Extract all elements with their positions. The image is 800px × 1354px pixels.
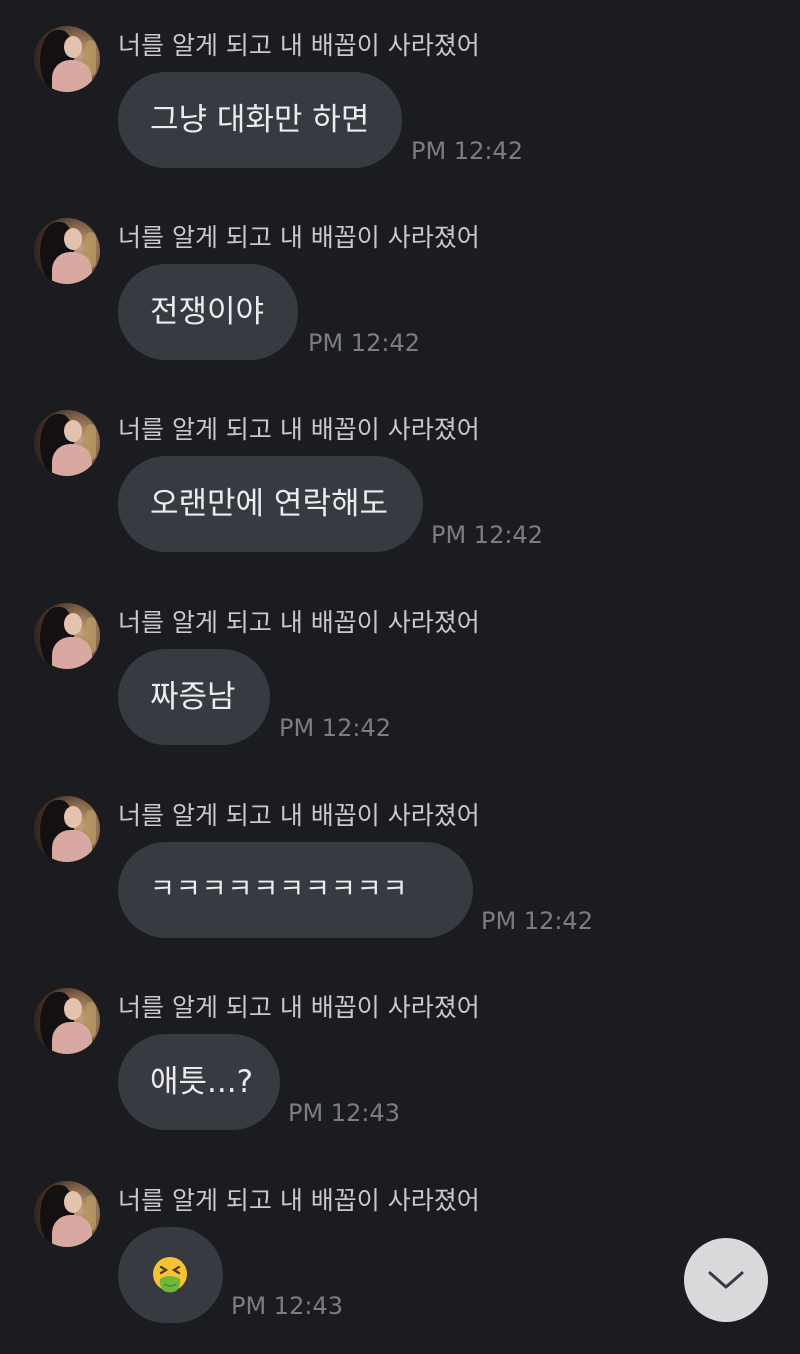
message-time: PM 12:42	[431, 521, 543, 549]
message-row: 너를 알게 되고 내 배꼽이 사라졌어 애틋...? PM 12:43	[0, 988, 800, 1138]
avatar[interactable]	[34, 988, 100, 1054]
sender-name: 너를 알게 되고 내 배꼽이 사라졌어	[118, 1186, 480, 1215]
avatar[interactable]	[34, 218, 100, 284]
message-time: PM 12:42	[481, 907, 593, 935]
message-row: 너를 알게 되고 내 배꼽이 사라졌어 전쟁이야 PM 12:42	[0, 218, 800, 368]
avatar[interactable]	[34, 1181, 100, 1247]
message-bubble[interactable]: 짜증남	[118, 649, 270, 745]
message-row: 너를 알게 되고 내 배꼽이 사라졌어 그냥 대화만 하면 PM 12:42	[0, 26, 800, 176]
sender-name: 너를 알게 되고 내 배꼽이 사라졌어	[118, 608, 480, 637]
message-time: PM 12:42	[279, 714, 391, 742]
avatar[interactable]	[34, 410, 100, 476]
message-time: PM 12:43	[288, 1099, 400, 1127]
message-bubble[interactable]: 그냥 대화만 하면	[118, 72, 402, 168]
message-time: PM 12:43	[231, 1292, 343, 1320]
sender-name: 너를 알게 되고 내 배꼽이 사라졌어	[118, 415, 480, 444]
sender-name: 너를 알게 되고 내 배꼽이 사라졌어	[118, 993, 480, 1022]
message-time: PM 12:42	[411, 137, 523, 165]
message-row: 너를 알게 되고 내 배꼽이 사라졌어 ㅋㅋㅋㅋㅋㅋㅋㅋㅋㅋ PM 12:42	[0, 796, 800, 946]
scroll-to-bottom-button[interactable]	[684, 1238, 768, 1322]
message-row: 너를 알게 되고 내 배꼽이 사라졌어 오랜만에 연락해도 PM 12:42	[0, 410, 800, 560]
sender-name: 너를 알게 되고 내 배꼽이 사라졌어	[118, 31, 480, 60]
chevron-down-icon	[708, 1271, 744, 1289]
vomiting-face-icon	[153, 1256, 187, 1292]
sender-name: 너를 알게 되고 내 배꼽이 사라졌어	[118, 223, 480, 252]
message-bubble[interactable]: ㅋㅋㅋㅋㅋㅋㅋㅋㅋㅋ	[118, 842, 473, 938]
message-bubble[interactable]: 애틋...?	[118, 1034, 280, 1130]
avatar[interactable]	[34, 796, 100, 862]
avatar[interactable]	[34, 26, 100, 92]
avatar[interactable]	[34, 603, 100, 669]
message-time: PM 12:42	[308, 329, 420, 357]
sender-name: 너를 알게 되고 내 배꼽이 사라졌어	[118, 801, 480, 830]
chat-screen: 너를 알게 되고 내 배꼽이 사라졌어 그냥 대화만 하면 PM 12:42 너…	[0, 0, 800, 1354]
message-row: 너를 알게 되고 내 배꼽이 사라졌어 PM 12:43	[0, 1181, 800, 1331]
message-bubble[interactable]: 오랜만에 연락해도	[118, 456, 423, 552]
message-bubble[interactable]	[118, 1227, 223, 1323]
message-row: 너를 알게 되고 내 배꼽이 사라졌어 짜증남 PM 12:42	[0, 603, 800, 753]
message-bubble[interactable]: 전쟁이야	[118, 264, 298, 360]
